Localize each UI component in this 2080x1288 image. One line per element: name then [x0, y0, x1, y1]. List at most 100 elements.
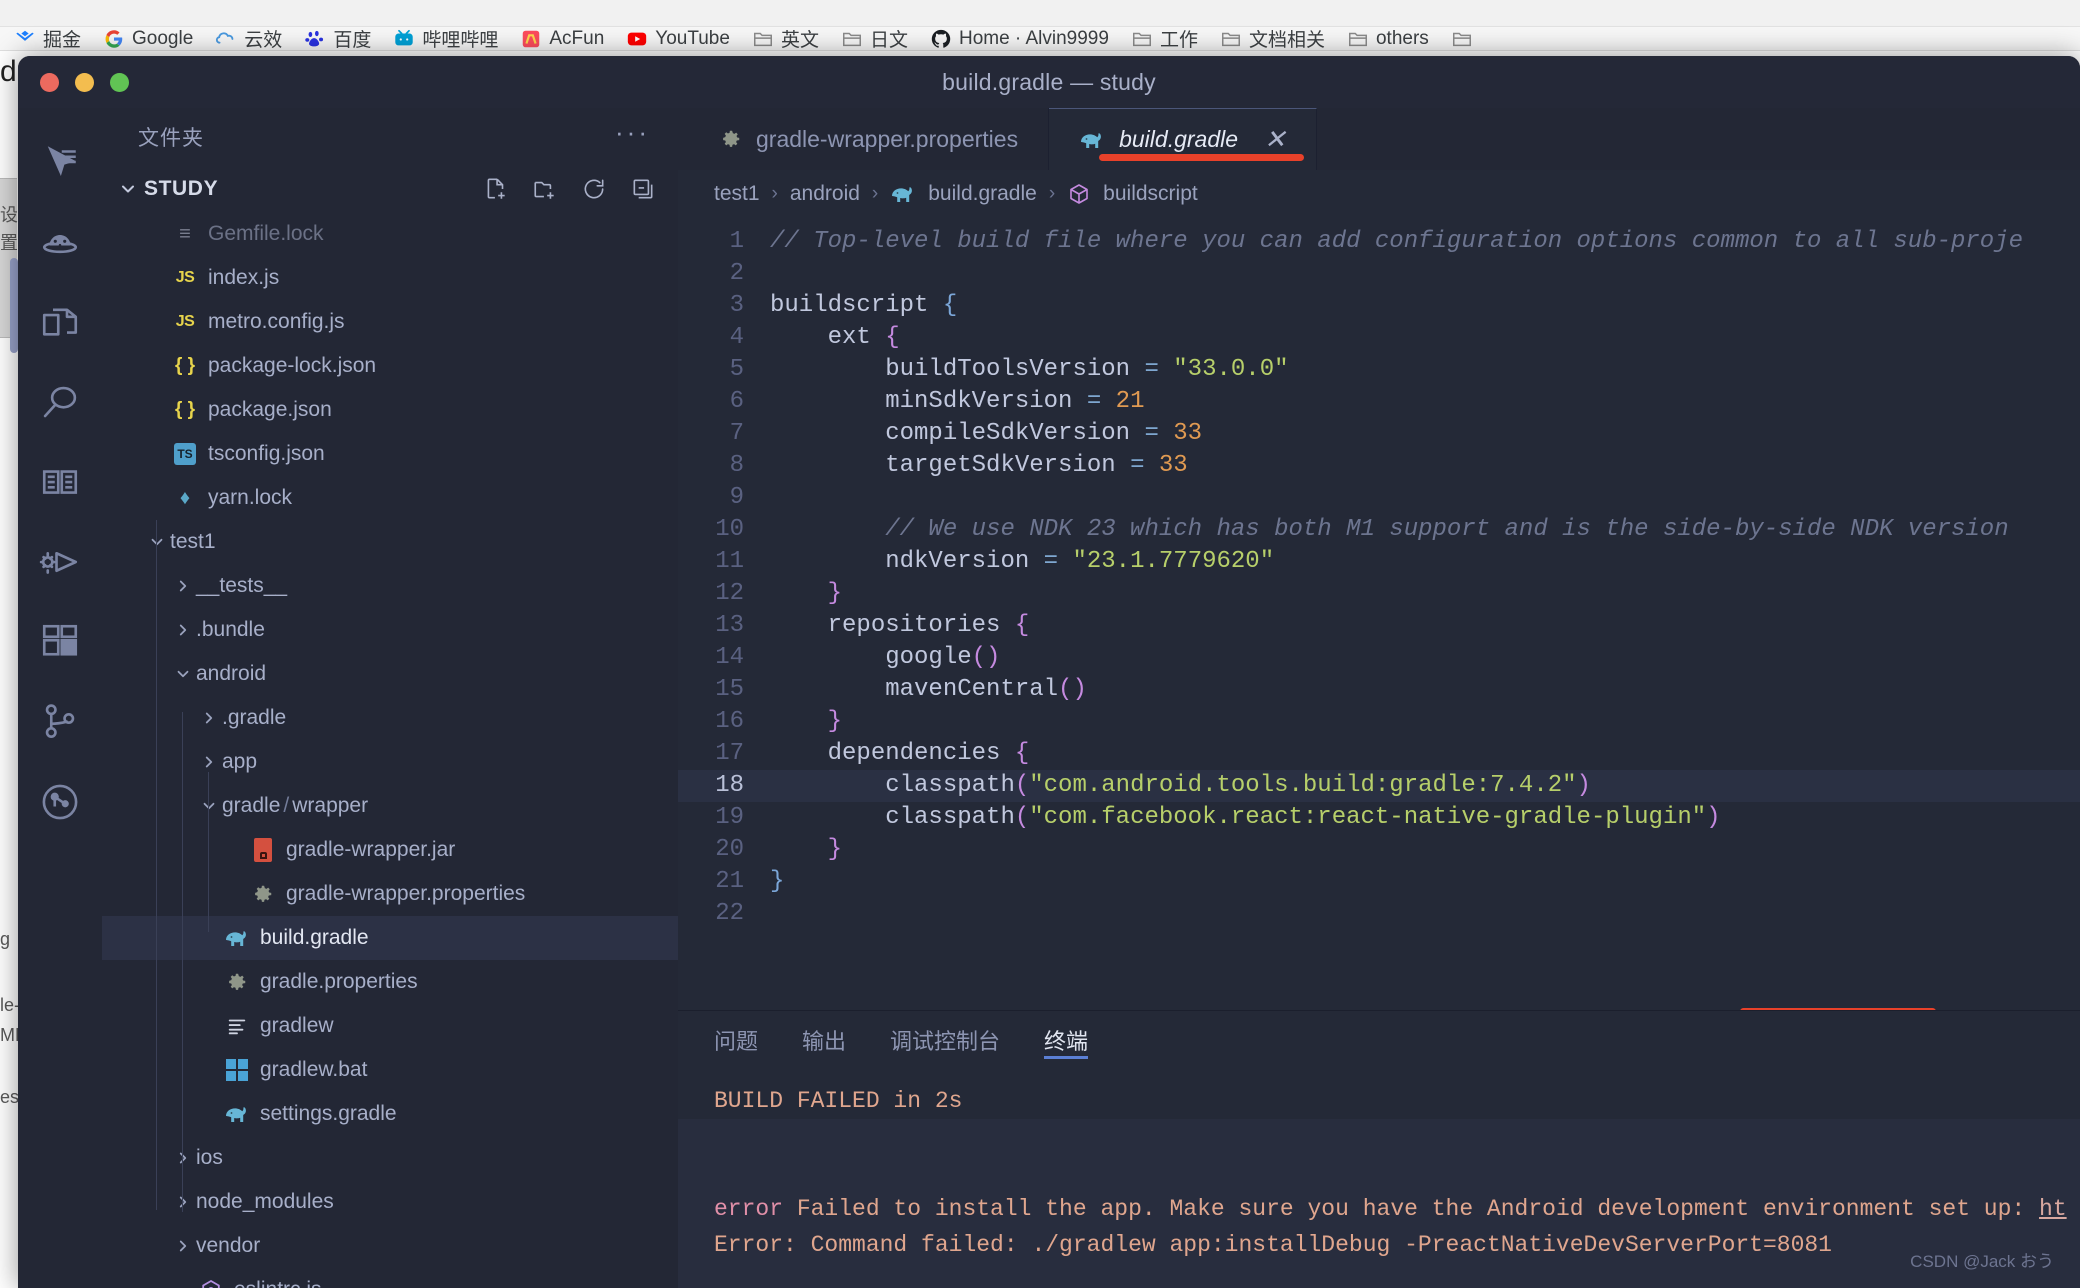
minimize-window-button[interactable]: [75, 72, 94, 92]
chevron-right-icon[interactable]: [170, 577, 196, 595]
chevron-right-icon[interactable]: [170, 1193, 196, 1211]
code-line-13[interactable]: 13 repositories {: [678, 610, 2080, 642]
tree-file-package.json[interactable]: { } package.json: [102, 388, 678, 432]
refresh-icon[interactable]: [581, 176, 607, 202]
bookmark-AcFun[interactable]: AcFun: [520, 28, 604, 50]
editor-tab-build.gradle[interactable]: build.gradle ✕: [1049, 108, 1317, 170]
bug-hat-icon[interactable]: [36, 218, 84, 266]
code-line-7[interactable]: 7 compileSdkVersion = 33: [678, 418, 2080, 450]
code-line-16[interactable]: 16 }: [678, 706, 2080, 738]
tree-file-eslintrc.js[interactable]: eslintrc.js: [102, 1268, 678, 1288]
breadcrumb-item-test1[interactable]: test1: [714, 182, 760, 206]
chevron-down-icon[interactable]: [144, 533, 170, 551]
code-line-11[interactable]: 11 ndkVersion = "23.1.7779620": [678, 546, 2080, 578]
tree-file-index.js[interactable]: JS index.js: [102, 256, 678, 300]
chevron-right-icon[interactable]: [170, 1149, 196, 1167]
collapse-all-icon[interactable]: [630, 176, 656, 202]
maximize-window-button[interactable]: [110, 72, 129, 92]
breadcrumb-item-android[interactable]: android: [790, 182, 860, 206]
tree-file-tsconfig.json[interactable]: TS tsconfig.json: [102, 432, 678, 476]
bookmark-Home · Alvin9999[interactable]: Home · Alvin9999: [930, 28, 1109, 50]
chevron-down-icon[interactable]: [196, 797, 222, 815]
window-controls[interactable]: [40, 72, 129, 92]
code-line-6[interactable]: 6 minSdkVersion = 21: [678, 386, 2080, 418]
bookmark-英文[interactable]: 英文: [752, 27, 819, 50]
tree-file-gradle-wrapper.properties[interactable]: gradle-wrapper.properties: [102, 872, 678, 916]
code-line-12[interactable]: 12 }: [678, 578, 2080, 610]
chevron-right-icon[interactable]: [170, 621, 196, 639]
code-line-5[interactable]: 5 buildToolsVersion = "33.0.0": [678, 354, 2080, 386]
bookmark-日文[interactable]: 日文: [841, 27, 908, 50]
code-line-20[interactable]: 20 }: [678, 834, 2080, 866]
workspace-folder-row[interactable]: STUDY: [102, 166, 678, 212]
tree-folder-ios[interactable]: ios: [102, 1136, 678, 1180]
bookmark-哔哩哔哩[interactable]: 哔哩哔哩: [393, 27, 498, 50]
bookmark-others[interactable]: others: [1347, 28, 1429, 50]
code-editor[interactable]: 1 // Top-level build file where you can a…: [678, 218, 2080, 1010]
browser-bookmarks-bar[interactable]: 掘金 Google 云效 百度 哔哩哔哩 AcFun YouTube 英文 日文 Home · A…: [0, 27, 2080, 51]
code-line-9[interactable]: 9: [678, 482, 2080, 514]
code-line-4[interactable]: 4 ext {: [678, 322, 2080, 354]
close-window-button[interactable]: [40, 72, 59, 92]
search-icon[interactable]: [36, 378, 84, 426]
panel-tab-调试控制台[interactable]: 调试控制台: [890, 1011, 1000, 1069]
new-folder-icon[interactable]: [532, 176, 558, 202]
code-line-19[interactable]: 19 classpath("com.facebook.react:react-n…: [678, 802, 2080, 834]
explorer-files-icon[interactable]: [36, 298, 84, 346]
panel-tab-输出[interactable]: 输出: [802, 1011, 846, 1069]
breadcrumb[interactable]: test1 › android › build.gradle › buildscript: [678, 170, 2080, 218]
breadcrumb-item-buildscript[interactable]: buildscript: [1103, 182, 1198, 206]
code-line-1[interactable]: 1 // Top-level build file where you can a…: [678, 226, 2080, 258]
tree-file-package-lock.json[interactable]: { } package-lock.json: [102, 344, 678, 388]
bookmark-文档相关[interactable]: 文档相关: [1220, 27, 1325, 50]
chevron-down-icon[interactable]: [118, 179, 138, 199]
tree-file-Gemfile.lock[interactable]: ≡ Gemfile.lock: [102, 212, 678, 256]
tree-folder-android[interactable]: android: [102, 652, 678, 696]
tree-folder-node_modules[interactable]: node_modules: [102, 1180, 678, 1224]
activity-bar[interactable]: [18, 108, 102, 1288]
breadcrumb-item-build.gradle[interactable]: build.gradle: [928, 182, 1037, 206]
bookmark-掘金[interactable]: 掘金: [14, 27, 81, 50]
tree-folder-app[interactable]: app: [102, 740, 678, 784]
book-docs-icon[interactable]: [36, 458, 84, 506]
tree-file-gradlew[interactable]: gradlew: [102, 1004, 678, 1048]
panel-tab-bar[interactable]: 问题 输出 调试控制台 终端: [678, 1011, 2080, 1069]
code-line-22[interactable]: 22: [678, 898, 2080, 930]
bookmark-Google[interactable]: Google: [103, 28, 193, 50]
code-line-2[interactable]: 2: [678, 258, 2080, 290]
code-line-15[interactable]: 15 mavenCentral(): [678, 674, 2080, 706]
chevron-down-icon[interactable]: [170, 665, 196, 683]
background-page-scrollbar[interactable]: [10, 258, 18, 353]
tree-file-gradlew.bat[interactable]: gradlew.bat: [102, 1048, 678, 1092]
run-debug-icon[interactable]: [36, 538, 84, 586]
bookmark-YouTube[interactable]: YouTube: [626, 28, 730, 50]
editor-tab-bar[interactable]: gradle-wrapper.properties build.gradle ✕: [678, 108, 2080, 170]
tree-file-settings.gradle[interactable]: settings.gradle: [102, 1092, 678, 1136]
panel-tab-问题[interactable]: 问题: [714, 1011, 758, 1069]
code-line-14[interactable]: 14 google(): [678, 642, 2080, 674]
extensions-icon[interactable]: [36, 618, 84, 666]
bookmark-百度[interactable]: 百度: [304, 27, 371, 50]
tree-folder-.bundle[interactable]: .bundle: [102, 608, 678, 652]
chevron-right-icon[interactable]: [196, 709, 222, 727]
panel-tab-终端[interactable]: 终端: [1044, 1011, 1089, 1069]
tree-folder-__tests__[interactable]: __tests__: [102, 564, 678, 608]
file-tree[interactable]: ≡ Gemfile.lock JS index.js JS metro.config.js…: [102, 212, 678, 1288]
chevron-right-icon[interactable]: [170, 1237, 196, 1255]
bookmark-云效[interactable]: 云效: [215, 27, 282, 50]
tree-folder-vendor[interactable]: vendor: [102, 1224, 678, 1268]
code-line-18[interactable]: 18 classpath("com.android.tools.build:gr…: [678, 770, 2080, 802]
new-file-icon[interactable]: [483, 176, 509, 202]
close-icon[interactable]: ✕: [1264, 124, 1286, 155]
terminal-output[interactable]: BUILD FAILED in 2s error Failed to insta…: [678, 1069, 2080, 1288]
tree-folder-gradle[interactable]: gradle / wrapper: [102, 784, 678, 828]
code-line-10[interactable]: 10 // We use NDK 23 which has both M1 su…: [678, 514, 2080, 546]
tree-folder-test1[interactable]: test1: [102, 520, 678, 564]
tree-file-gradle-wrapper.jar[interactable]: gradle-wrapper.jar: [102, 828, 678, 872]
tree-file-gradle.properties[interactable]: gradle.properties: [102, 960, 678, 1004]
tree-file-metro.config.js[interactable]: JS metro.config.js: [102, 300, 678, 344]
source-control-icon[interactable]: [36, 698, 84, 746]
editor-tab-gradle-wrapper.properties[interactable]: gradle-wrapper.properties: [678, 108, 1050, 170]
tree-folder-.gradle[interactable]: .gradle: [102, 696, 678, 740]
bookmark-item-13[interactable]: [1451, 28, 1480, 50]
